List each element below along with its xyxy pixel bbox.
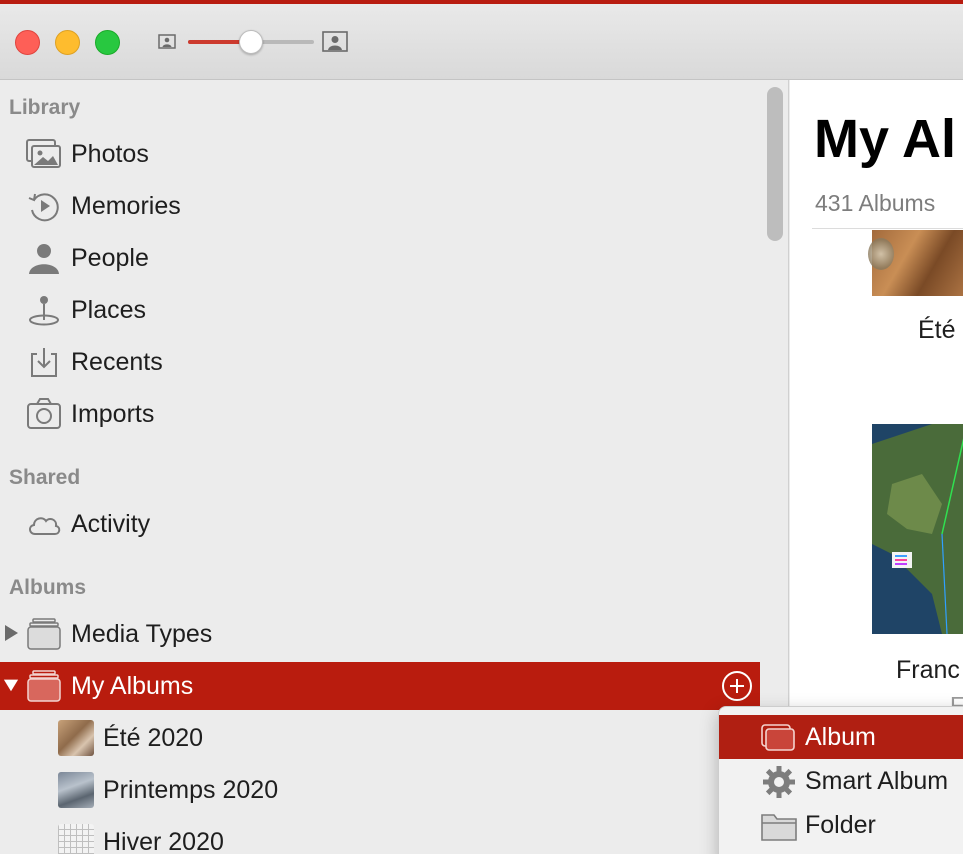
- gear-icon: [763, 766, 795, 798]
- album-cover[interactable]: [868, 230, 963, 296]
- person-icon: [29, 244, 59, 274]
- pin-icon: [29, 296, 59, 326]
- sidebar-item-label: Printemps 2020: [103, 776, 279, 804]
- slider-knob[interactable]: [239, 30, 263, 54]
- sidebar-item-label: Été 2020: [103, 724, 204, 752]
- sidebar-item-recents[interactable]: Recents: [0, 336, 760, 388]
- sidebar-item-activity[interactable]: Activity: [0, 498, 760, 550]
- album-thumbnail: [58, 720, 94, 756]
- album-icon: [761, 724, 795, 751]
- album-thumbnail: [58, 824, 94, 854]
- sidebar-item-people[interactable]: People: [0, 232, 760, 284]
- sidebar: Library Photos Memories People Places Re…: [0, 80, 789, 854]
- album-cover-map[interactable]: [872, 424, 963, 634]
- section-header-albums: Albums: [9, 576, 87, 599]
- person-photo-small-icon[interactable]: [158, 34, 176, 49]
- sidebar-item-label: Photos: [71, 140, 149, 168]
- section-header-shared: Shared: [9, 466, 81, 489]
- add-menu: Album Smart Album Folder: [718, 706, 963, 854]
- memories-icon: [28, 193, 59, 222]
- folder-icon: [761, 814, 797, 841]
- download-tray-icon: [31, 348, 57, 377]
- sidebar-item-label: Activity: [71, 510, 151, 538]
- close-window-button[interactable]: [15, 30, 40, 55]
- add-album-button[interactable]: [722, 671, 752, 701]
- album-stack-icon: [27, 670, 61, 702]
- sidebar-item-label: People: [71, 244, 149, 272]
- album-count: 431 Albums: [815, 190, 936, 216]
- camera-icon: [27, 398, 61, 429]
- sidebar-item-label: Hiver 2020: [103, 828, 224, 854]
- person-photo-large-icon[interactable]: [322, 31, 348, 52]
- page-title: My Al: [814, 109, 957, 169]
- sidebar-item-label: My Albums: [71, 672, 194, 700]
- sidebar-item-memories[interactable]: Memories: [0, 180, 760, 232]
- menu-item-album[interactable]: Album: [719, 715, 963, 759]
- photos-icon: [26, 139, 61, 168]
- cover-detail: [868, 238, 894, 270]
- disclosure-right-icon[interactable]: [3, 624, 19, 642]
- sidebar-item-printemps-2020[interactable]: Printemps 2020: [0, 764, 760, 816]
- menu-item-label: Folder: [805, 811, 876, 839]
- toolbar: [0, 4, 963, 80]
- album-name[interactable]: Été: [918, 316, 956, 345]
- divider: [812, 228, 963, 229]
- menu-item-folder[interactable]: Folder: [719, 803, 963, 847]
- sidebar-item-hiver-2020[interactable]: Hiver 2020: [0, 816, 760, 854]
- sidebar-item-label: Media Types: [71, 620, 213, 648]
- menu-item-label: Album: [805, 723, 876, 751]
- sidebar-scrollbar[interactable]: [767, 87, 783, 241]
- sidebar-item-ete-2020[interactable]: Été 2020: [0, 712, 760, 764]
- album-name[interactable]: Franc: [896, 656, 960, 685]
- disclosure-down-icon[interactable]: [3, 676, 19, 694]
- sidebar-item-imports[interactable]: Imports: [0, 388, 760, 440]
- menu-item-smart-album[interactable]: Smart Album: [719, 759, 963, 803]
- sidebar-item-my-albums[interactable]: My Albums: [0, 662, 760, 710]
- sidebar-item-label: Recents: [71, 348, 163, 376]
- sidebar-item-label: Imports: [71, 400, 155, 428]
- sidebar-item-photos[interactable]: Photos: [0, 128, 760, 180]
- section-header-library: Library: [9, 96, 81, 119]
- sidebar-item-label: Memories: [71, 192, 181, 220]
- album-thumbnail: [58, 772, 94, 808]
- album-stack-icon: [27, 618, 61, 650]
- thumbnail-zoom-slider[interactable]: [188, 30, 314, 54]
- sidebar-item-label: Places: [71, 296, 147, 324]
- menu-item-label: Smart Album: [805, 767, 949, 795]
- cloud-icon: [29, 517, 61, 535]
- sidebar-item-places[interactable]: Places: [0, 284, 760, 336]
- minimize-window-button[interactable]: [55, 30, 80, 55]
- zoom-window-button[interactable]: [95, 30, 120, 55]
- sidebar-item-media-types[interactable]: Media Types: [0, 608, 760, 660]
